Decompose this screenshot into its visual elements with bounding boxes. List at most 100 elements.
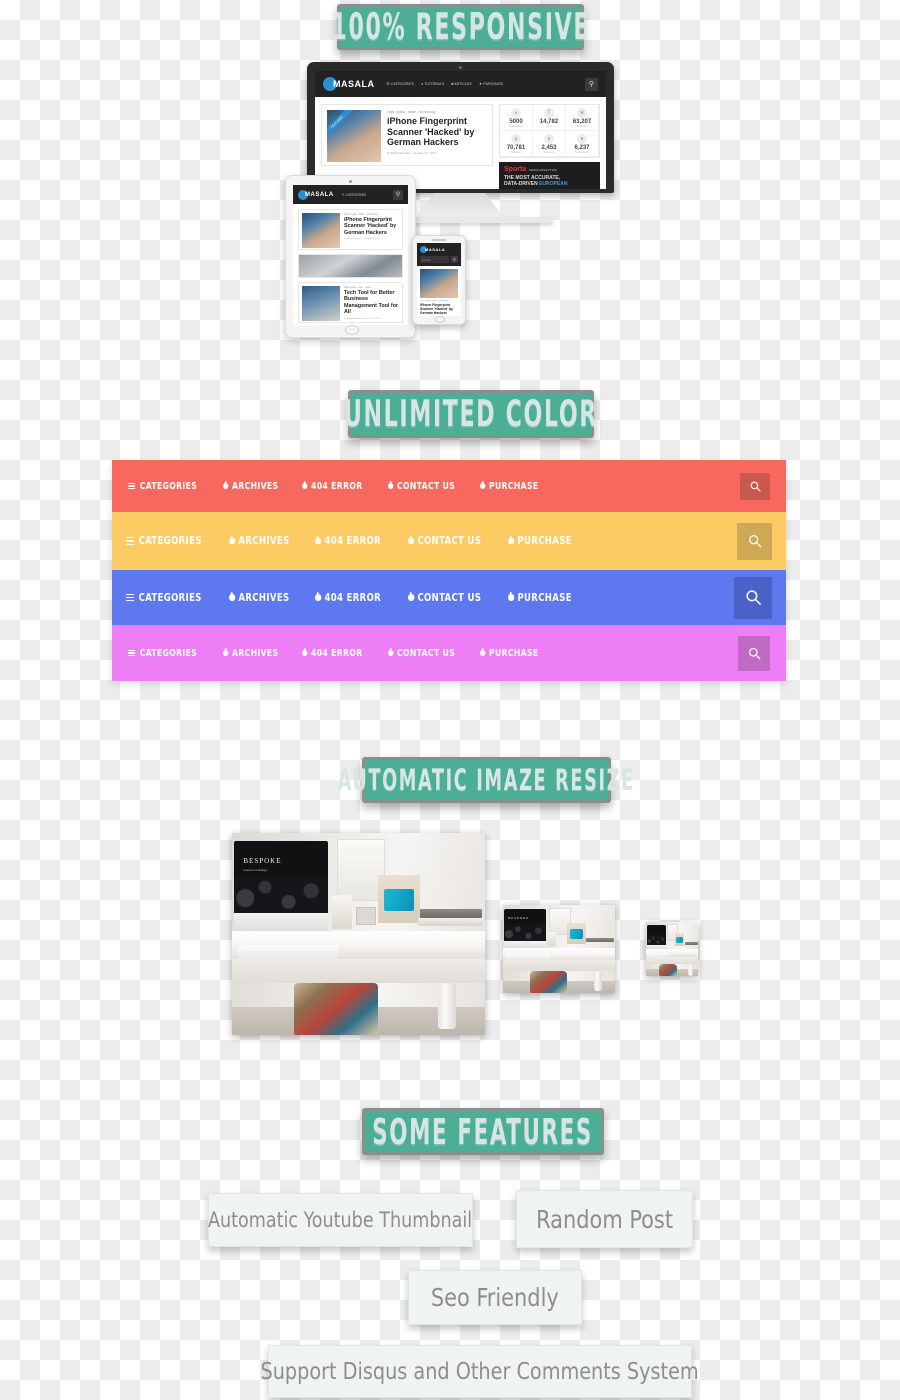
photo-desk-front	[646, 957, 698, 964]
rss-icon: ◕	[511, 107, 521, 118]
nav-item-contact-us[interactable]: CONTACT US	[407, 535, 481, 547]
mockup-article-card[interactable]: Tags: digital - tablet - technology iPho…	[298, 209, 403, 250]
nav-item-404-error[interactable]: 404 ERROR	[315, 592, 381, 604]
nav-item-purchase[interactable]: PURCHASE	[480, 648, 539, 659]
bullet-icon	[222, 648, 229, 656]
mockup-wide-banner[interactable]	[298, 254, 403, 278]
phone-speaker-icon	[432, 239, 446, 241]
photo-books-stack	[586, 938, 614, 942]
tablet-home-button[interactable]	[344, 325, 359, 335]
navbar-search-button[interactable]	[738, 635, 770, 671]
mockup-nav-item-categories[interactable]: ☰ CATEGORIES	[387, 82, 415, 86]
mockup-article-meta: Tags: digital - tablet - technology	[420, 300, 449, 302]
section-title-image-resize: Automatic IMAZE Resize	[338, 757, 634, 803]
mockup-nav-item-tutorials[interactable]: ● TUTORIALS	[421, 82, 444, 86]
pinterest-icon: p	[544, 133, 554, 144]
bullet-icon	[315, 535, 322, 545]
mockup-article-card[interactable]: Tags: tablet - tech - news Tech Tool for…	[298, 282, 403, 323]
stat-item: ★ 63,207 Followers	[566, 105, 599, 131]
mockup-search-button[interactable]: ⚲	[393, 189, 403, 200]
tablet-screen: MASALA ☰ CATEGORIES ⚲ Tags: digital - ta…	[293, 185, 408, 325]
stat-item: ● 6,237 Subscribers	[566, 131, 599, 157]
bullet-icon	[229, 535, 236, 545]
hamburger-icon	[128, 649, 136, 657]
twitter-icon: ★	[577, 107, 587, 118]
mockup-article-card[interactable]: FEATURED Tags: digital - tablet - techno…	[321, 104, 493, 166]
bullet-icon	[480, 648, 486, 656]
nav-item-categories[interactable]: CATEGORIES	[126, 592, 202, 604]
stat-item: f 14,782 Fans	[533, 105, 566, 131]
phone-home-button[interactable]	[435, 316, 445, 323]
feature-box-seo-friendly[interactable]: Seo Friendly	[408, 1270, 582, 1325]
nav-item-purchase[interactable]: PURCHASE	[508, 592, 572, 604]
mockup-article-meta: Tags: digital - tablet - technology	[344, 213, 379, 216]
nav-item-categories[interactable]: CATEGORIES	[128, 648, 197, 659]
phone-search-input[interactable]: Search	[420, 256, 449, 263]
desktop-stand	[415, 193, 505, 219]
stat-label: Followers	[510, 150, 522, 154]
stat-label: Followers	[543, 150, 555, 154]
mockup-search-button[interactable]: ⚲	[585, 77, 598, 91]
bullet-icon	[302, 648, 308, 656]
desktop-camera-icon	[459, 65, 462, 69]
photo-imac-brand-text: BESPOKE	[243, 856, 282, 865]
dribbble-icon: ●	[577, 133, 587, 144]
nav-item-404-error[interactable]: 404 ERROR	[302, 481, 363, 492]
nav-item-archives[interactable]: ARCHIVES	[229, 592, 289, 604]
photo-desk-leg	[438, 983, 456, 1029]
nav-item-categories[interactable]: CATEGORIES	[128, 481, 197, 492]
google-icon: g	[511, 133, 521, 144]
nav-item-archives[interactable]: ARCHIVES	[229, 535, 289, 547]
photo-desk-front	[232, 959, 485, 983]
mockup-article-thumbnail	[302, 213, 340, 248]
hamburger-icon	[126, 537, 135, 545]
feature-box-support-disqus[interactable]: Support Disqus and Other Comments System	[261, 1345, 699, 1398]
mockup-article-byline: by Elliot Rahmani - January 21, 2014	[344, 317, 380, 320]
resized-image-medium: BESPOKE	[503, 905, 615, 993]
navbar-search-button[interactable]	[737, 522, 772, 560]
nav-item-purchase[interactable]: PURCHASE	[508, 535, 572, 547]
navbar-menu: CATEGORIES ARCHIVES 404 ERROR CONTACT US…	[126, 535, 737, 547]
photo-pencil-cup	[547, 932, 556, 947]
navbar-search-button[interactable]	[740, 472, 770, 500]
feature-box-random-post[interactable]: Random Post	[516, 1190, 693, 1248]
feature-box-automatic-youtube-thumbnail[interactable]: Automatic Youtube Thumbnail	[208, 1193, 473, 1247]
mockup-search-button[interactable]: ⚲	[451, 256, 458, 263]
nav-item-archives[interactable]: ARCHIVES	[222, 648, 278, 659]
search-icon	[745, 590, 761, 606]
featured-ribbon: FEATURED	[327, 110, 355, 140]
photo-desk-leg	[594, 971, 602, 991]
nav-item-archives[interactable]: ARCHIVES	[222, 481, 278, 492]
photo-books-stack-lower	[418, 918, 482, 926]
nav-item-contact-us[interactable]: CONTACT US	[387, 648, 455, 659]
bullet-icon	[407, 592, 414, 601]
mockup-nav-item-purchase[interactable]: ▼ PURCHASE	[479, 82, 504, 86]
ad-brand-suffix: MATCH ANALYTICS	[529, 168, 557, 172]
nav-item-contact-us[interactable]: CONTACT US	[407, 592, 481, 604]
photo-pencil-cup	[332, 895, 352, 929]
desktop-mockup-navbar: MASALA ☰ CATEGORIES ● TUTORIALS ■ ARTICL…	[315, 71, 606, 97]
ad-brand: Sporta	[504, 166, 527, 173]
mockup-nav-item-articles[interactable]: ■ ARTICLES	[451, 82, 472, 86]
facebook-icon: f	[544, 107, 554, 118]
stat-item: ◕ 5000 Subscribers	[500, 105, 533, 131]
photo-calendar-artwork	[676, 936, 683, 943]
photo-imac-screen: BESPOKE Interiors & Design	[234, 841, 328, 913]
mockup-nav-item-categories[interactable]: ☰ CATEGORIES	[342, 193, 366, 197]
nav-item-404-error[interactable]: 404 ERROR	[315, 535, 381, 547]
photo-chair-with-bag	[659, 964, 677, 976]
bullet-icon	[315, 592, 322, 601]
nav-item-contact-us[interactable]: CONTACT US	[387, 481, 455, 492]
navbar-search-button[interactable]	[734, 576, 772, 619]
tablet-mockup-body: Tags: digital - tablet - technology iPho…	[293, 204, 408, 325]
section-title-text: 100% Responsive	[331, 5, 590, 49]
mockup-article-title: Tech Tool for Better Business Management…	[344, 290, 399, 316]
feature-label: Random Post	[536, 1204, 673, 1234]
desktop-mockup: MASALA ☰ CATEGORIES ● TUTORIALS ■ ARTICL…	[307, 62, 614, 193]
nav-item-purchase[interactable]: PURCHASE	[480, 481, 539, 492]
nav-item-404-error[interactable]: 404 ERROR	[302, 648, 363, 659]
photo-keyboard	[236, 945, 340, 959]
nav-item-categories[interactable]: CATEGORIES	[126, 535, 202, 547]
mockup-ad-banner[interactable]: Sporta MATCH ANALYTICS THE MOST ACCURATE…	[499, 162, 600, 189]
navbar-pink: CATEGORIES ARCHIVES 404 ERROR CONTACT US…	[112, 625, 786, 681]
